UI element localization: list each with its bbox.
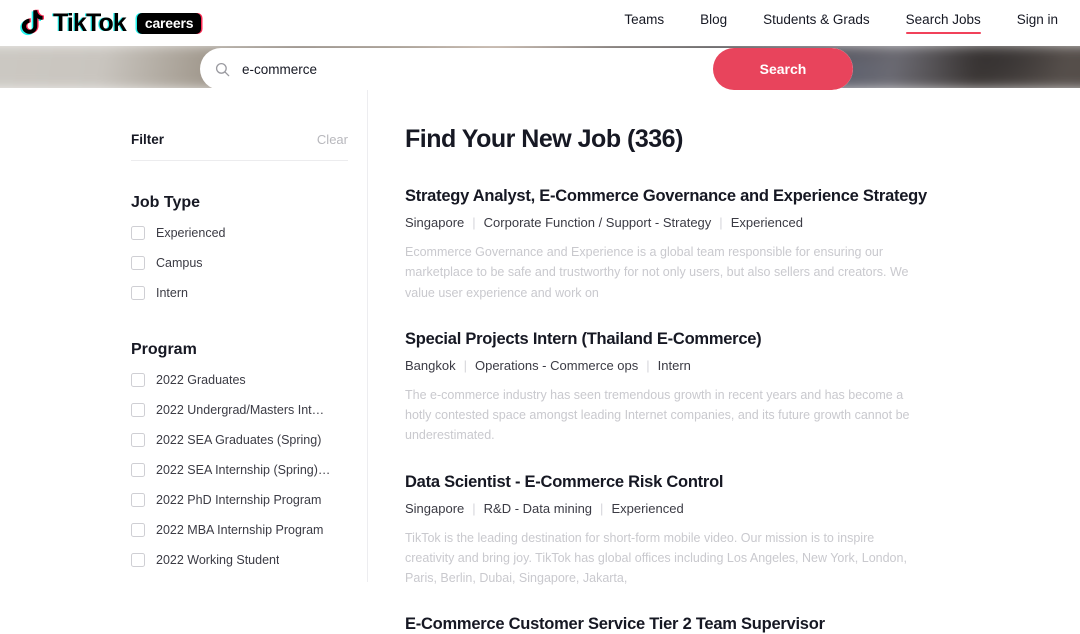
filter-option-label: Experienced xyxy=(156,226,226,240)
job-location: Singapore xyxy=(405,215,465,230)
meta-separator: | xyxy=(472,500,476,516)
checkbox-icon[interactable] xyxy=(131,553,145,567)
search-input[interactable] xyxy=(242,48,713,90)
checkbox-icon[interactable] xyxy=(131,523,145,537)
brand-wordmark: TikTok xyxy=(52,10,127,36)
filter-option-label: 2022 Graduates xyxy=(156,373,246,387)
meta-separator: | xyxy=(472,215,476,230)
filter-title: Filter xyxy=(131,132,165,147)
job-meta: Singapore | R&D - Data mining | Experien… xyxy=(405,501,1080,516)
job-title[interactable]: E-Commerce Customer Service Tier 2 Team … xyxy=(405,615,1080,634)
meta-separator: | xyxy=(719,215,723,230)
filter-option-label: Intern xyxy=(156,286,188,300)
job-listing[interactable]: E-Commerce Customer Service Tier 2 Team … xyxy=(405,615,1080,634)
filter-option-experienced[interactable]: Experienced xyxy=(131,218,367,248)
job-listing[interactable]: Strategy Analyst, E-Commerce Governance … xyxy=(405,187,1080,303)
job-department: Corporate Function / Support - Strategy xyxy=(483,215,712,230)
nav-item-blog[interactable]: Blog xyxy=(700,12,727,34)
filter-option-label: 2022 MBA Internship Program xyxy=(156,523,324,537)
filter-option-2022-mba-internship-program[interactable]: 2022 MBA Internship Program xyxy=(131,515,367,545)
checkbox-icon[interactable] xyxy=(131,463,145,477)
nav-item-teams[interactable]: Teams xyxy=(624,12,664,34)
main-navigation: Teams Blog Students & Grads Search Jobs … xyxy=(624,12,1058,34)
job-description: Ecommerce Governance and Experience is a… xyxy=(405,245,909,300)
job-results: Find Your New Job (336) Strategy Analyst… xyxy=(368,88,1080,633)
checkbox-icon[interactable] xyxy=(131,433,145,447)
filter-option-2022-sea-graduates-spring[interactable]: 2022 SEA Graduates (Spring) xyxy=(131,425,367,455)
job-description: TikTok is the leading destination for sh… xyxy=(405,530,907,586)
job-search-bar: Search xyxy=(200,48,853,90)
filter-group-title-program: Program xyxy=(131,341,197,358)
filter-option-label: 2022 SEA Graduates (Spring) xyxy=(156,433,322,447)
job-location: Bangkok xyxy=(405,357,456,373)
nav-item-sign-in[interactable]: Sign in xyxy=(1017,12,1058,34)
site-header: TikTok careers Teams Blog Students & Gra… xyxy=(0,0,1080,46)
checkbox-icon[interactable] xyxy=(131,226,145,240)
filter-group-title-job-type: Job Type xyxy=(131,194,201,211)
filter-option-2022-working-student[interactable]: 2022 Working Student xyxy=(131,545,367,575)
filter-option-2022-sea-internship-spring[interactable]: 2022 SEA Internship (Spring) - U... xyxy=(131,455,367,485)
nav-item-students-grads[interactable]: Students & Grads xyxy=(763,12,870,34)
meta-separator: | xyxy=(600,500,604,516)
job-title[interactable]: Strategy Analyst, E-Commerce Governance … xyxy=(405,187,1080,206)
search-icon xyxy=(200,62,244,77)
filter-sidebar: Filter Clear Job Type Experienced Campus… xyxy=(0,88,368,582)
job-meta: Singapore | Corporate Function / Support… xyxy=(405,215,1080,230)
job-listing[interactable]: Data Scientist - E-Commerce Risk Control… xyxy=(405,473,1080,589)
filter-option-2022-phd-internship-program[interactable]: 2022 PhD Internship Program xyxy=(131,485,367,515)
filter-option-label: 2022 Working Student xyxy=(156,553,280,567)
filter-option-intern[interactable]: Intern xyxy=(131,278,367,308)
page-content: Filter Clear Job Type Experienced Campus… xyxy=(0,88,1080,633)
job-department: Operations - Commerce ops xyxy=(474,357,639,373)
job-description: The e-commerce industry has seen tremend… xyxy=(405,387,910,443)
checkbox-icon[interactable] xyxy=(131,256,145,270)
filter-option-label: Campus xyxy=(156,256,203,270)
checkbox-icon[interactable] xyxy=(131,286,145,300)
filter-option-2022-graduates[interactable]: 2022 Graduates xyxy=(131,365,367,395)
job-title[interactable]: Data Scientist - E-Commerce Risk Control xyxy=(405,473,1080,492)
job-meta: Bangkok | Operations - Commerce ops | In… xyxy=(405,358,1080,373)
meta-separator: | xyxy=(463,357,467,373)
clear-filters-button[interactable]: Clear xyxy=(317,132,348,147)
filter-option-2022-undergrad-masters-interns[interactable]: 2022 Undergrad/Masters Interns... xyxy=(131,395,367,425)
meta-separator: | xyxy=(646,357,650,373)
filter-option-label: 2022 SEA Internship (Spring) - U... xyxy=(156,463,331,477)
checkbox-icon[interactable] xyxy=(131,493,145,507)
checkbox-icon[interactable] xyxy=(131,373,145,387)
job-type: Experienced xyxy=(611,500,684,516)
filter-option-campus[interactable]: Campus xyxy=(131,248,367,278)
checkbox-icon[interactable] xyxy=(131,403,145,417)
job-type: Experienced xyxy=(730,215,803,230)
page-title: Find Your New Job (336) xyxy=(405,125,683,153)
filter-header: Filter Clear xyxy=(131,132,348,161)
job-title[interactable]: Special Projects Intern (Thailand E-Comm… xyxy=(405,330,1080,349)
job-location: Singapore xyxy=(405,500,465,516)
filter-option-label: 2022 Undergrad/Masters Interns... xyxy=(156,403,331,417)
nav-item-search-jobs[interactable]: Search Jobs xyxy=(905,12,981,34)
filter-option-label: 2022 PhD Internship Program xyxy=(156,493,322,507)
job-listing[interactable]: Special Projects Intern (Thailand E-Comm… xyxy=(405,330,1080,446)
job-department: R&D - Data mining xyxy=(483,500,593,516)
tiktok-careers-logo[interactable]: TikTok careers xyxy=(20,9,202,37)
search-button[interactable]: Search xyxy=(713,48,853,90)
music-note-icon xyxy=(20,9,44,36)
careers-badge: careers xyxy=(136,12,202,34)
job-type: Intern xyxy=(657,357,691,373)
